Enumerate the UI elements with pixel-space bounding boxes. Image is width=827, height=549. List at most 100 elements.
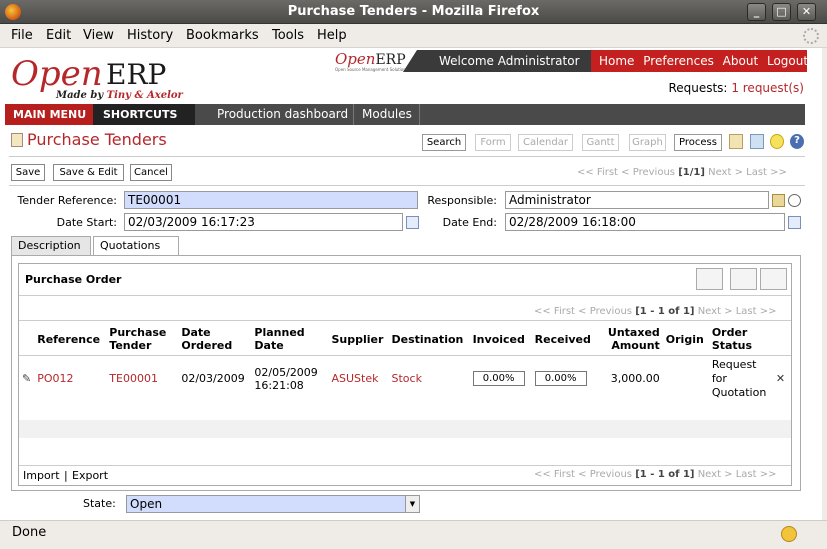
cell-received: 0.00% <box>532 355 601 402</box>
pager-first[interactable]: << First <box>577 167 618 178</box>
link-about[interactable]: About <box>723 54 758 68</box>
menu-tools[interactable]: Tools <box>272 28 304 43</box>
clipboard-icon[interactable] <box>729 134 743 149</box>
col-order-status[interactable]: Order Status <box>708 325 773 356</box>
cell-origin <box>663 355 709 402</box>
menu-edit[interactable]: Edit <box>46 28 71 43</box>
cell-destination[interactable]: Stock <box>389 355 470 402</box>
maximize-button[interactable]: □ <box>772 3 791 21</box>
col-date-ordered[interactable]: Date Ordered <box>178 325 252 356</box>
addon-status-icon[interactable] <box>781 526 797 542</box>
date-end-field[interactable]: 02/28/2009 16:18:00 <box>505 213 785 231</box>
col-planned-line1: Planned <box>254 326 305 339</box>
browser-menubar: File Edit View History Bookmarks Tools H… <box>0 24 827 48</box>
pager-previous[interactable]: < Previous <box>621 167 675 178</box>
search-icon[interactable] <box>788 194 801 207</box>
open-folder-icon[interactable] <box>772 194 785 207</box>
window-title: Purchase Tenders - Mozilla Firefox <box>287 4 540 19</box>
date-end-label: Date End: <box>442 216 497 229</box>
shortcuts-button[interactable]: SHORTCUTS <box>93 104 195 125</box>
logo-made-names: Tiny & Axelor <box>106 90 183 101</box>
minimize-button[interactable]: _ <box>747 3 766 21</box>
cell-order-status: Request for Quotation <box>709 355 773 402</box>
list-pager-previous[interactable]: < Previous <box>578 306 632 317</box>
cancel-button[interactable]: Cancel <box>130 164 172 181</box>
list-pager-next[interactable]: Next > <box>698 306 733 317</box>
menu-help[interactable]: Help <box>317 28 347 43</box>
tab-quotations[interactable]: Quotations <box>93 236 179 256</box>
menu-view[interactable]: View <box>83 28 114 43</box>
view-calendar-button[interactable]: Calendar <box>518 134 573 151</box>
print-icon[interactable] <box>730 268 757 290</box>
menu-history[interactable]: History <box>127 28 173 43</box>
state-select[interactable]: Open ▼ <box>126 495 420 513</box>
col-supplier[interactable]: Supplier <box>328 325 389 356</box>
col-reference[interactable]: Reference <box>34 325 107 356</box>
table-row[interactable]: ✎ PO012 TE00001 02/03/2009 02/05/2009 16:… <box>19 355 791 402</box>
list-pager-next[interactable]: Next > <box>698 469 733 480</box>
shortcut-modules[interactable]: Modules <box>362 104 412 125</box>
pager-last[interactable]: Last >> <box>746 167 787 178</box>
chevron-down-icon[interactable]: ▼ <box>405 496 419 512</box>
col-purchase-tender[interactable]: Purchase Tender <box>106 325 179 356</box>
list-pager-first[interactable]: << First <box>534 306 575 317</box>
col-invoiced[interactable]: Invoiced <box>469 325 532 356</box>
view-search-button[interactable]: Search <box>422 134 466 151</box>
scrollbar-track[interactable] <box>822 48 827 520</box>
requests-link[interactable]: 1 request(s) <box>731 81 804 95</box>
close-window-button[interactable]: ✕ <box>797 3 816 21</box>
list-pager-first[interactable]: << First <box>534 469 575 480</box>
main-menu-button[interactable]: MAIN MENU <box>5 104 93 125</box>
throbber-icon <box>803 28 819 44</box>
col-received[interactable]: Received <box>531 325 601 356</box>
pager-next[interactable]: Next > <box>708 167 743 178</box>
cell-purchase-tender[interactable]: TE00001 <box>106 355 178 402</box>
link-logout[interactable]: Logout <box>767 54 808 68</box>
save-button[interactable]: Save <box>11 164 45 181</box>
view-process-button[interactable]: Process <box>674 134 722 151</box>
menu-file[interactable]: File <box>11 28 33 43</box>
save-edit-button[interactable]: Save & Edit <box>53 164 124 181</box>
import-link[interactable]: Import <box>23 469 60 482</box>
cell-reference[interactable]: PO012 <box>34 355 106 402</box>
col-destination[interactable]: Destination <box>388 325 470 356</box>
empty-row <box>19 420 791 438</box>
col-origin[interactable]: Origin <box>662 325 709 356</box>
cell-supplier[interactable]: ASUStek <box>328 355 388 402</box>
col-untaxed-amount[interactable]: Untaxed Amount <box>600 325 663 356</box>
help-icon[interactable]: ? <box>790 134 804 149</box>
list-pager-last[interactable]: Last >> <box>736 469 777 480</box>
responsible-field[interactable]: Administrator <box>505 191 769 209</box>
openerp-logo[interactable]: Open ERP Made by Tiny & Axelor <box>11 54 186 104</box>
nav-bar: MAIN MENU SHORTCUTS Production dashboard… <box>5 104 805 125</box>
calendar-icon[interactable] <box>788 216 801 229</box>
list-view-icon[interactable] <box>760 268 787 290</box>
list-pager-last[interactable]: Last >> <box>736 306 777 317</box>
col-planned-line2: Date <box>254 339 284 352</box>
top-links: Home Preferences About Logout <box>591 50 808 72</box>
shortcut-production-dashboard[interactable]: Production dashboard <box>217 104 348 125</box>
cell-planned-line2: 16:21:08 <box>254 378 304 392</box>
col-ordered-line2: Ordered <box>181 339 233 352</box>
table-header-row: Reference Purchase Tender Date Ordered Pla… <box>19 325 791 356</box>
list-pager-previous[interactable]: < Previous <box>578 469 632 480</box>
view-form-button[interactable]: Form <box>475 134 511 151</box>
tender-reference-field[interactable]: TE00001 <box>124 191 418 209</box>
link-home[interactable]: Home <box>599 54 634 68</box>
menu-bookmarks[interactable]: Bookmarks <box>186 28 259 43</box>
edit-pencil-icon[interactable]: ✎ <box>19 355 34 402</box>
col-planned-date[interactable]: Planned Date <box>251 325 329 356</box>
tender-reference-label: Tender Reference: <box>17 194 117 207</box>
date-start-field[interactable]: 02/03/2009 16:17:23 <box>124 213 403 231</box>
delete-row-icon[interactable]: ✕ <box>773 355 791 402</box>
view-gantt-button[interactable]: Gantt <box>582 134 619 151</box>
export-link[interactable]: Export <box>72 469 108 482</box>
purchase-order-list: Purchase Order << First < Previous [1 - … <box>18 263 792 486</box>
stack-icon[interactable] <box>750 134 764 149</box>
link-preferences[interactable]: Preferences <box>643 54 714 68</box>
new-record-icon[interactable] <box>696 268 723 290</box>
bug-icon[interactable] <box>770 134 784 149</box>
view-graph-button[interactable]: Graph <box>629 134 666 151</box>
calendar-icon[interactable] <box>406 216 419 229</box>
tab-description[interactable]: Description <box>11 236 91 255</box>
